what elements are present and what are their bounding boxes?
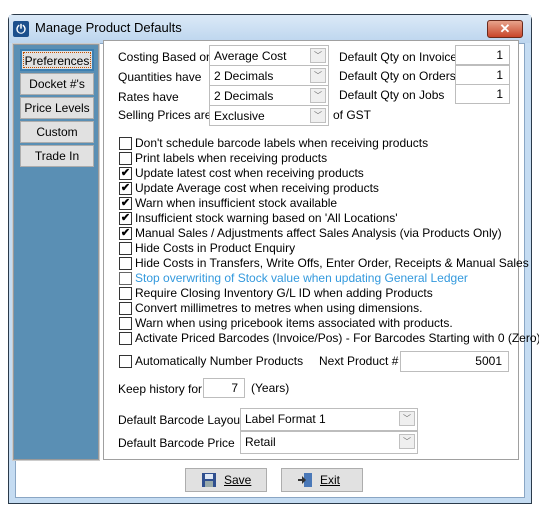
quantities-value: 2 Decimals [214,69,274,83]
save-button[interactable]: Save [185,468,267,492]
auto-number-label: Automatically Number Products [135,354,304,368]
barcode-layout-label: Default Barcode Layout [118,413,244,427]
barcode-price-value: Retail [245,435,276,449]
qty-invoices-label: Default Qty on Invoices [339,50,464,64]
next-product-label: Next Product # [319,354,399,368]
chevron-down-icon[interactable]: ﹀ [399,434,415,449]
costing-select[interactable]: Average Cost ﹀ [209,45,329,66]
history-label: Keep history for [118,382,203,396]
checkbox-box[interactable]: ✔ [119,212,132,225]
option-label: Manual Sales / Adjustments affect Sales … [135,226,502,240]
option-label: Hide Costs in Product Enquiry [135,241,296,255]
checkbox-box[interactable] [119,302,132,315]
divider [115,376,511,377]
history-input[interactable]: 7 [203,378,245,398]
barcode-price-label: Default Barcode Price [118,436,235,450]
floppy-disk-icon [202,473,216,487]
exit-button[interactable]: Exit [281,468,363,492]
option-label: Stop overwriting of Stock value when upd… [135,271,468,285]
nav-preferences[interactable]: Preferences [20,49,94,71]
option-label: Require Closing Inventory G/L ID when ad… [135,286,433,300]
costing-value: Average Cost [214,49,287,63]
selling-value: Exclusive [214,109,265,123]
nav-docket-numbers[interactable]: Docket #'s [20,73,94,95]
quantities-select[interactable]: 2 Decimals ﹀ [209,65,329,86]
checkbox-box[interactable]: ✔ [119,227,132,240]
next-product-input[interactable]: 5001 [400,351,509,372]
option-label: Warn when using pricebook items associat… [135,316,453,330]
option-label: Print labels when receiving products [135,151,328,165]
checkbox-box[interactable] [119,287,132,300]
divider [115,348,511,349]
chevron-down-icon[interactable]: ﹀ [310,108,326,123]
qty-invoices-input[interactable]: 1 [455,45,510,65]
barcode-price-select[interactable]: Retail ﹀ [240,431,418,454]
quantities-label: Quantities have [118,70,202,84]
power-icon: ⏻ [13,21,29,37]
checkbox-box[interactable] [119,272,132,285]
option-label: Warn when insufficient stock available [135,196,338,210]
checkbox-box[interactable]: ✔ [119,167,132,180]
qty-orders-input[interactable]: 1 [455,65,510,85]
exit-door-icon [298,473,312,487]
rates-label: Rates have [118,90,179,104]
costing-label: Costing Based on [118,50,213,64]
chevron-down-icon[interactable]: ﹀ [399,411,415,426]
checkbox-box[interactable]: ✔ [119,182,132,195]
chevron-down-icon[interactable]: ﹀ [310,48,326,63]
option-label: Insufficient stock warning based on 'All… [135,211,398,225]
barcode-layout-select[interactable]: Label Format 1 ﹀ [240,408,418,431]
option-label: Convert millimetres to metres when using… [135,301,423,315]
nav-trade-in[interactable]: Trade In [20,145,94,167]
sidebar: Preferences Docket #'s Price Levels Cust… [12,43,100,461]
option-label: Update Average cost when receiving produ… [135,181,379,195]
nav-custom-fields[interactable]: Custom Fields [20,121,94,159]
barcode-layout-value: Label Format 1 [245,412,326,426]
qty-jobs-input[interactable]: 1 [455,84,510,104]
history-unit: (Years) [251,381,290,395]
selling-label: Selling Prices are [118,108,212,122]
chevron-down-icon[interactable]: ﹀ [310,68,326,83]
qty-orders-label: Default Qty on Orders [339,69,456,83]
option-label: Activate Priced Barcodes (Invoice/Pos) -… [135,331,539,345]
rates-value: 2 Decimals [214,89,274,103]
checkbox-box[interactable] [119,355,132,368]
window-title: Manage Product Defaults [35,20,182,35]
checkbox-box[interactable] [119,242,132,255]
divider [115,130,511,131]
checkbox-box[interactable] [119,317,132,330]
save-label: Save [224,473,252,487]
option-label: Hide Costs in Transfers, Write Offs, Ent… [135,256,529,270]
rates-select[interactable]: 2 Decimals ﹀ [209,85,329,106]
option-label: Update latest cost when receiving produc… [135,166,364,180]
qty-jobs-label: Default Qty on Jobs [339,88,445,102]
checkbox-box[interactable] [119,332,132,345]
chevron-down-icon[interactable]: ﹀ [310,88,326,103]
checkbox-box[interactable] [119,152,132,165]
checkbox-box[interactable] [119,257,132,270]
selling-select[interactable]: Exclusive ﹀ [209,105,329,126]
checkbox-box[interactable] [119,137,132,150]
title-bar: ⏻ Manage Product Defaults ✕ [9,15,531,43]
exit-label: Exit [320,473,341,487]
option-label: Don't schedule barcode labels when recei… [135,136,429,150]
checkbox-box[interactable]: ✔ [119,197,132,210]
gst-label: of GST [333,108,372,122]
divider [115,402,511,403]
nav-price-levels[interactable]: Price Levels [20,97,94,119]
close-button[interactable]: ✕ [487,20,523,38]
